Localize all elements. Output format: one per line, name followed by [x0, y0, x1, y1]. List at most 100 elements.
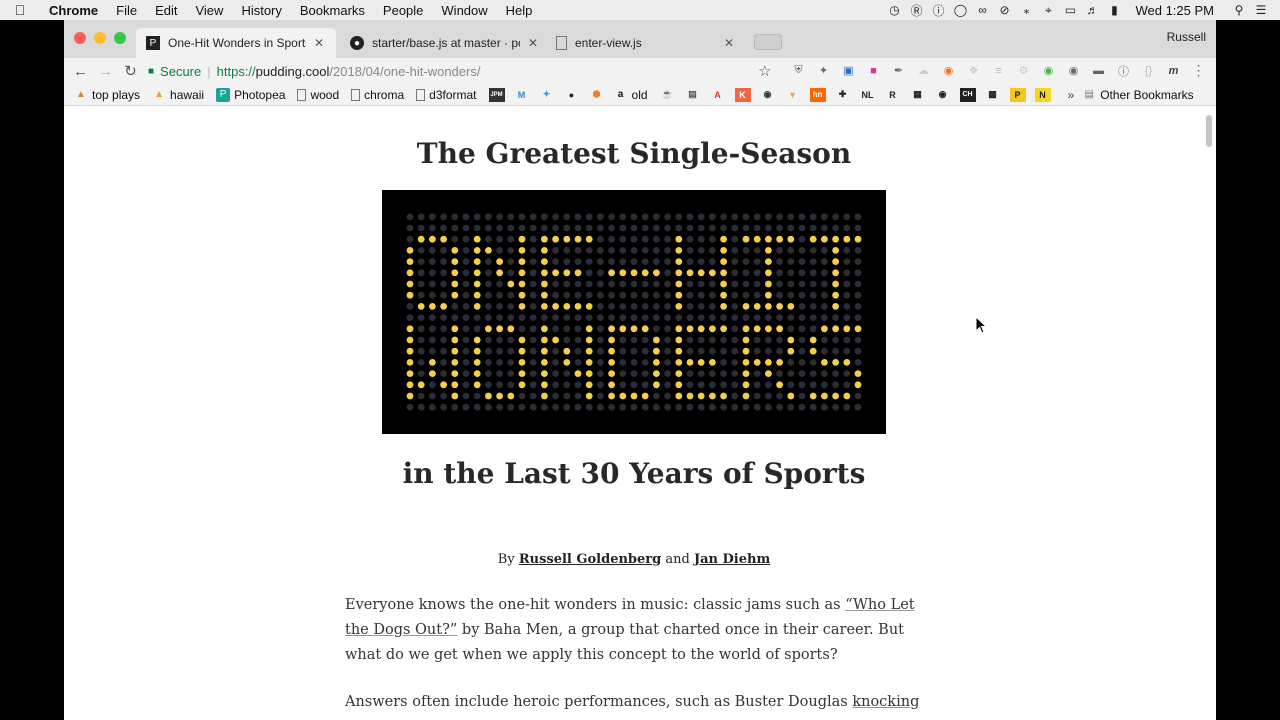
m-extension-icon[interactable]: m: [1163, 62, 1184, 79]
status-icon[interactable]: ◯: [949, 3, 971, 17]
tag-extension-icon[interactable]: ▬: [1088, 62, 1109, 79]
bookmark-jpm-icon[interactable]: JPM: [488, 87, 505, 102]
chrome-menu-icon[interactable]: ⋮: [1188, 62, 1209, 79]
led-dot-lit: [765, 370, 772, 377]
bookmark-w-icon[interactable]: ▼: [785, 88, 801, 102]
shield-extension-icon[interactable]: ⛨: [788, 62, 809, 79]
airplay-icon[interactable]: ▭: [1059, 3, 1081, 17]
spotlight-search-icon[interactable]: ⚲: [1228, 3, 1250, 17]
s3-extension-icon[interactable]: ▣: [838, 62, 859, 79]
pink-extension-icon[interactable]: ■: [863, 62, 884, 79]
volume-icon[interactable]: ♬: [1081, 3, 1103, 17]
bookmarks-overflow-chevron-icon[interactable]: »: [1068, 88, 1075, 102]
close-tab-icon[interactable]: ✕: [722, 36, 736, 50]
bookmark-squares-icon[interactable]: ▩: [985, 88, 1001, 102]
bookmark-ball-icon[interactable]: ◉: [760, 88, 776, 102]
time-machine-icon[interactable]: ◷: [883, 3, 905, 17]
wifi-icon[interactable]: ⌖: [1037, 3, 1059, 18]
bookmark-twitter-icon[interactable]: ✦: [539, 88, 555, 102]
eyedropper-extension-icon[interactable]: ✒: [888, 62, 909, 79]
bookmark-photopea[interactable]: P Photopea: [216, 87, 285, 102]
bookmark-a-icon[interactable]: A: [710, 88, 726, 102]
close-window-button[interactable]: [74, 32, 86, 44]
led-dot-dim: [854, 359, 862, 366]
page-scrollbar[interactable]: [1206, 115, 1212, 147]
bookmark-wood[interactable]: wood: [297, 88, 339, 102]
info-extension-icon[interactable]: ⓘ: [1113, 62, 1134, 79]
bookmark-cup-icon[interactable]: ☕: [660, 88, 676, 102]
back-arrow-icon[interactable]: ←: [68, 63, 93, 80]
puzzle-extension-icon[interactable]: ❖: [963, 62, 984, 79]
apple-menu-icon[interactable]: : [0, 2, 40, 18]
bookmark-bus-icon[interactable]: ▤: [685, 88, 701, 102]
close-tab-icon[interactable]: ✕: [312, 36, 326, 50]
led-dot-dim: [809, 370, 817, 377]
bookmark-grid-icon[interactable]: ▦: [910, 88, 926, 102]
bookmark-top-plays[interactable]: ▲ top plays: [74, 88, 140, 102]
forward-arrow-icon[interactable]: →: [93, 63, 118, 80]
tab-enter-view-js[interactable]: enter-view.js ✕: [546, 28, 746, 58]
color-wheel-extension-icon[interactable]: ◉: [938, 62, 959, 79]
minimize-window-button[interactable]: [94, 32, 106, 44]
bookmark-nl-icon[interactable]: NL: [860, 88, 876, 102]
menu-app-chrome[interactable]: Chrome: [40, 3, 107, 18]
menubar-clock[interactable]: Wed 1:25 PM: [1125, 3, 1228, 18]
menu-people[interactable]: People: [374, 3, 432, 18]
bookmark-mastodon-icon[interactable]: M: [514, 88, 530, 102]
new-tab-button[interactable]: [754, 34, 782, 50]
bookmark-old[interactable]: a old: [614, 88, 648, 102]
led-dot-dim: [440, 359, 447, 366]
text-extension-icon[interactable]: ≡: [988, 62, 1009, 79]
menu-bookmarks[interactable]: Bookmarks: [291, 3, 374, 18]
author-link-jan-diehm[interactable]: Jan Diehm: [694, 552, 770, 567]
gear-extension-icon[interactable]: ⚙: [1013, 62, 1034, 79]
bluetooth-icon[interactable]: ⁎: [1015, 3, 1037, 17]
menu-view[interactable]: View: [186, 3, 232, 18]
glasses-icon[interactable]: ∞: [971, 3, 993, 17]
bookmark-chroma[interactable]: chroma: [351, 88, 404, 102]
bookmark-gamepad-icon[interactable]: ✚: [835, 88, 851, 102]
bookmark-p-icon[interactable]: P: [1009, 87, 1026, 102]
tab-one-hit-wonders[interactable]: P One-Hit Wonders in Sports ✕: [136, 28, 336, 58]
camera-extension-icon[interactable]: ◉: [1063, 62, 1084, 79]
dnd-icon[interactable]: ⊘: [993, 3, 1015, 17]
cloud-extension-icon[interactable]: ☁: [913, 62, 934, 79]
notification-center-icon[interactable]: ☰: [1250, 3, 1272, 17]
bookmark-r-icon[interactable]: R: [885, 88, 901, 102]
bookmark-k-icon[interactable]: K: [734, 87, 751, 102]
reload-icon[interactable]: ↻: [118, 62, 143, 80]
chrome-color-extension-icon[interactable]: ◉: [1038, 62, 1059, 79]
bookmark-orange-icon[interactable]: ⬢: [589, 88, 605, 102]
bookmark-globe-icon[interactable]: ◉: [935, 88, 951, 102]
close-tab-icon[interactable]: ✕: [526, 36, 540, 50]
led-dot-lit: [765, 235, 772, 243]
led-dot-dim: [843, 258, 851, 265]
profile-button[interactable]: Russell: [1167, 30, 1206, 44]
menu-window[interactable]: Window: [432, 3, 496, 18]
tab-starter-base-js[interactable]: ● starter/base.js at master · polygraph-…: [340, 28, 550, 58]
braces-extension-icon[interactable]: {}: [1138, 62, 1159, 79]
menu-file[interactable]: File: [107, 3, 146, 18]
info-icon[interactable]: ⓘ: [927, 2, 949, 19]
github-favicon-icon: ●: [350, 36, 364, 50]
menu-help[interactable]: Help: [497, 3, 542, 18]
menu-edit[interactable]: Edit: [146, 3, 186, 18]
bookmark-drop-icon[interactable]: ●: [564, 88, 580, 102]
menu-history[interactable]: History: [232, 3, 290, 18]
battery-icon[interactable]: ▮: [1103, 3, 1125, 17]
led-dot-lit: [563, 269, 571, 277]
zoom-window-button[interactable]: [114, 32, 126, 44]
bookmark-other-bookmarks[interactable]: ▤ Other Bookmarks: [1082, 88, 1193, 102]
led-dot-lit: [641, 392, 649, 400]
led-dot-dim: [686, 347, 694, 355]
author-link-russell-goldenberg[interactable]: Russell Goldenberg: [519, 552, 661, 567]
address-bar[interactable]: ■ Secure | https://pudding.cool/2018/04/…: [148, 59, 778, 83]
bookmark-star-icon[interactable]: ☆: [758, 62, 771, 80]
bookmark-d3format[interactable]: d3format: [416, 88, 477, 102]
bookmark-hackernews-icon[interactable]: hn: [809, 87, 826, 102]
bird-extension-icon[interactable]: ✦: [813, 62, 834, 79]
bookmark-ch-icon[interactable]: CH: [959, 87, 976, 102]
bookmark-n-icon[interactable]: N: [1034, 87, 1051, 102]
onepassword-icon[interactable]: Ⓡ: [905, 2, 927, 19]
bookmark-hawaii[interactable]: ▲ hawaii: [152, 88, 204, 102]
